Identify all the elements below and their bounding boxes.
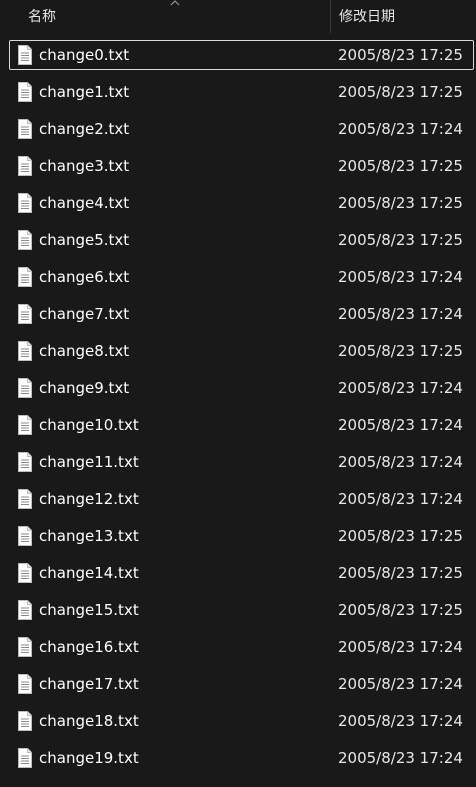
file-name: change17.txt (39, 675, 139, 693)
text-file-icon (18, 452, 32, 472)
text-file-icon (18, 637, 32, 657)
file-date-modified: 2005/8/23 17:24 (338, 749, 463, 767)
file-date-modified: 2005/8/23 17:25 (338, 157, 463, 175)
file-name: change4.txt (39, 194, 130, 212)
file-date-modified: 2005/8/23 17:24 (338, 305, 463, 323)
file-row[interactable]: change13.txt 2005/8/23 17:25 (0, 519, 476, 556)
file-name: change1.txt (39, 83, 130, 101)
file-name: change11.txt (39, 453, 139, 471)
text-file-icon (18, 563, 32, 583)
file-row[interactable]: change11.txt 2005/8/23 17:24 (0, 445, 476, 482)
text-file-icon (18, 526, 32, 546)
file-row[interactable]: change9.txt 2005/8/23 17:24 (0, 371, 476, 408)
file-name: change13.txt (39, 527, 139, 545)
file-row[interactable]: change0.txt 2005/8/23 17:25 (0, 38, 476, 75)
file-date-modified: 2005/8/23 17:25 (338, 342, 463, 360)
file-name: change14.txt (39, 564, 139, 582)
chevron-up-icon (170, 0, 180, 6)
text-file-icon (18, 267, 32, 287)
file-date-modified: 2005/8/23 17:24 (338, 120, 463, 138)
file-row[interactable]: change6.txt 2005/8/23 17:24 (0, 260, 476, 297)
file-name: change10.txt (39, 416, 139, 434)
text-file-icon (18, 674, 32, 694)
text-file-icon (18, 193, 32, 213)
text-file-icon (18, 600, 32, 620)
file-name: change19.txt (39, 749, 139, 767)
file-row[interactable]: change12.txt 2005/8/23 17:24 (0, 482, 476, 519)
file-row[interactable]: change5.txt 2005/8/23 17:25 (0, 223, 476, 260)
file-row[interactable]: change14.txt 2005/8/23 17:25 (0, 556, 476, 593)
file-date-modified: 2005/8/23 17:24 (338, 675, 463, 693)
file-row[interactable]: change8.txt 2005/8/23 17:25 (0, 334, 476, 371)
text-file-icon (18, 711, 32, 731)
file-row[interactable]: change16.txt 2005/8/23 17:24 (0, 630, 476, 667)
file-date-modified: 2005/8/23 17:25 (338, 194, 463, 212)
file-name: change7.txt (39, 305, 130, 323)
file-date-modified: 2005/8/23 17:24 (338, 268, 463, 286)
file-date-modified: 2005/8/23 17:24 (338, 416, 463, 434)
file-row[interactable]: change7.txt 2005/8/23 17:24 (0, 297, 476, 334)
file-name: change0.txt (39, 46, 130, 64)
file-date-modified: 2005/8/23 17:24 (338, 453, 463, 471)
file-name: change2.txt (39, 120, 130, 138)
column-header-date-modified[interactable]: 修改日期 (339, 8, 395, 26)
file-row[interactable]: change18.txt 2005/8/23 17:24 (0, 704, 476, 741)
text-file-icon (18, 156, 32, 176)
file-date-modified: 2005/8/23 17:25 (338, 564, 463, 582)
file-name: change18.txt (39, 712, 139, 730)
text-file-icon (18, 341, 32, 361)
text-file-icon (18, 304, 32, 324)
file-row[interactable]: change2.txt 2005/8/23 17:24 (0, 112, 476, 149)
file-date-modified: 2005/8/23 17:24 (338, 379, 463, 397)
file-date-modified: 2005/8/23 17:25 (338, 46, 463, 64)
file-date-modified: 2005/8/23 17:25 (338, 231, 463, 249)
text-file-icon (18, 748, 32, 768)
file-list: change0.txt 2005/8/23 17:25 change1.txt … (0, 38, 476, 778)
file-date-modified: 2005/8/23 17:24 (338, 712, 463, 730)
file-name: change3.txt (39, 157, 130, 175)
file-row[interactable]: change4.txt 2005/8/23 17:25 (0, 186, 476, 223)
file-row[interactable]: change15.txt 2005/8/23 17:25 (0, 593, 476, 630)
file-row[interactable]: change10.txt 2005/8/23 17:24 (0, 408, 476, 445)
text-file-icon (18, 489, 32, 509)
text-file-icon (18, 82, 32, 102)
file-name: change6.txt (39, 268, 130, 286)
file-row[interactable]: change1.txt 2005/8/23 17:25 (0, 75, 476, 112)
text-file-icon (18, 119, 32, 139)
file-name: change16.txt (39, 638, 139, 656)
file-row[interactable]: change19.txt 2005/8/23 17:24 (0, 741, 476, 778)
file-name: change15.txt (39, 601, 139, 619)
column-header-bar: 名称 修改日期 (0, 0, 476, 33)
file-date-modified: 2005/8/23 17:25 (338, 601, 463, 619)
file-name: change8.txt (39, 342, 130, 360)
file-name: change9.txt (39, 379, 130, 397)
text-file-icon (18, 230, 32, 250)
file-name: change5.txt (39, 231, 130, 249)
file-date-modified: 2005/8/23 17:25 (338, 83, 463, 101)
file-row[interactable]: change17.txt 2005/8/23 17:24 (0, 667, 476, 704)
file-date-modified: 2005/8/23 17:25 (338, 527, 463, 545)
text-file-icon (18, 415, 32, 435)
column-header-name[interactable]: 名称 (28, 8, 56, 26)
file-date-modified: 2005/8/23 17:24 (338, 490, 463, 508)
column-divider[interactable] (330, 0, 331, 33)
file-date-modified: 2005/8/23 17:24 (338, 638, 463, 656)
file-name: change12.txt (39, 490, 139, 508)
text-file-icon (18, 45, 32, 65)
text-file-icon (18, 378, 32, 398)
file-row[interactable]: change3.txt 2005/8/23 17:25 (0, 149, 476, 186)
